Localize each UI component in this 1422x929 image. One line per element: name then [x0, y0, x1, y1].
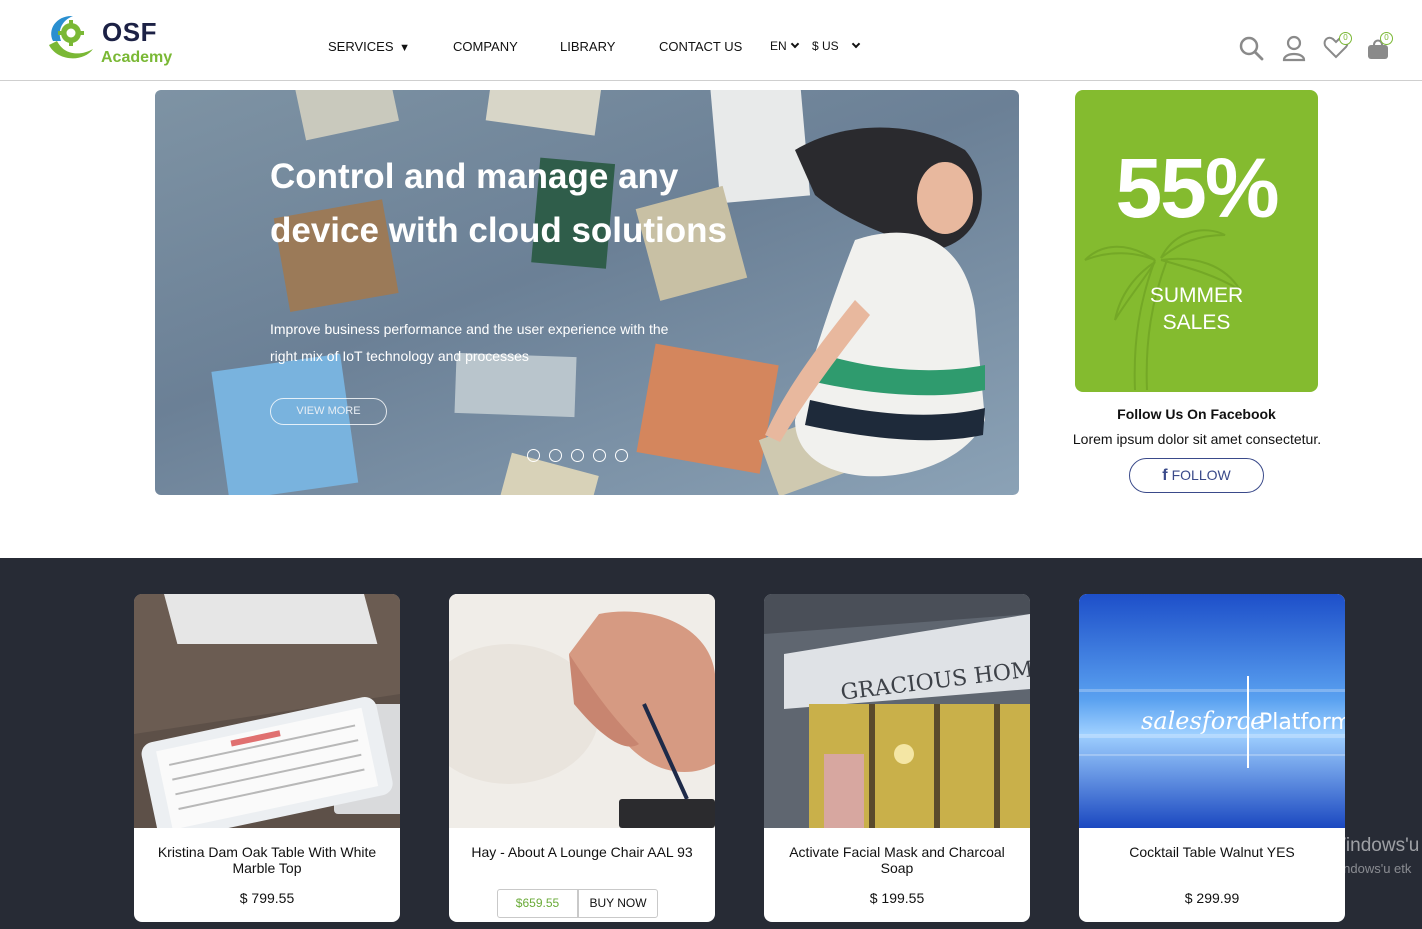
promo-percentage: 55%	[1115, 141, 1279, 235]
nav-services[interactable]: SERVICES ▼	[328, 39, 410, 54]
product-name: Kristina Dam Oak Table With White Marble…	[157, 844, 377, 876]
wishlist-button[interactable]: 0	[1323, 32, 1355, 64]
cart-button[interactable]: 0	[1366, 32, 1398, 64]
carousel-dot[interactable]	[615, 449, 628, 462]
hero-text: Improve business performance and the use…	[270, 321, 669, 364]
currency-value: $ US	[812, 39, 839, 53]
windows-activation-watermark-subtext: Windows'u etk	[1328, 861, 1412, 876]
carousel-dot[interactable]	[549, 449, 562, 462]
tablet-calendar-image	[134, 594, 400, 828]
cart-count-badge: 0	[1380, 32, 1393, 45]
product-price: $ 799.55	[239, 890, 295, 906]
product-price: $ 199.55	[869, 890, 925, 906]
product-name: Hay - About A Lounge Chair AAL 93	[471, 844, 693, 860]
logo-subtitle: Academy	[101, 49, 173, 66]
hero-carousel[interactable]: Control and manage any device with cloud…	[155, 90, 1019, 495]
carousel-indicators	[527, 449, 637, 463]
osf-academy-logo[interactable]: OSF Academy	[43, 9, 193, 71]
wishlist-count-badge: 0	[1339, 32, 1352, 45]
facebook-title: Follow Us On Facebook	[1117, 406, 1276, 422]
promo-line-2: SALES	[1162, 311, 1231, 334]
user-icon[interactable]	[1281, 34, 1307, 62]
caret-down-icon: ▼	[399, 42, 411, 54]
hand-stylus-image	[449, 594, 715, 828]
nav-library[interactable]: LIBRARY	[560, 39, 615, 54]
logo-title: OSF	[102, 17, 157, 47]
product-price: $ 299.99	[1184, 890, 1240, 906]
product-name: Activate Facial Mask and Charcoal Soap	[789, 844, 1005, 876]
nav-contact-us[interactable]: CONTACT US	[659, 39, 742, 54]
product-card[interactable]: salesforce Platform Cocktail Table Walnu…	[1079, 594, 1345, 922]
site-header: OSF Academy SERVICES ▼ COMPANY LIBRARY C…	[0, 0, 1422, 81]
salesforce-text: salesforce	[1141, 707, 1264, 735]
chevron-down-icon	[851, 39, 860, 49]
follow-label: FOLLOW	[1171, 467, 1231, 483]
facebook-text: Lorem ipsum dolor sit amet consectetur.	[1072, 431, 1322, 447]
carousel-dot[interactable]	[593, 449, 606, 462]
facebook-follow-button[interactable]: f FOLLOW	[1129, 458, 1264, 493]
nav-services-label: SERVICES	[328, 39, 394, 54]
carousel-dot[interactable]	[527, 449, 540, 462]
currency-select[interactable]: $ US	[812, 39, 860, 53]
product-card[interactable]: Hay - About A Lounge Chair AAL 93 $659.5…	[449, 594, 715, 922]
product-price: $659.55	[497, 889, 578, 918]
language-select[interactable]: EN	[770, 39, 799, 53]
language-value: EN	[770, 39, 787, 53]
hero-title: Control and manage any device with cloud…	[270, 157, 727, 250]
view-more-button[interactable]: VIEW MORE	[270, 398, 387, 425]
carousel-dot[interactable]	[571, 449, 584, 462]
nav-company[interactable]: COMPANY	[453, 39, 518, 54]
chevron-down-icon	[790, 39, 799, 49]
product-card[interactable]: GRACIOUS HOME Activate Facial Mask and C…	[764, 594, 1030, 922]
windows-activation-watermark: Windows'u	[1328, 835, 1420, 856]
product-name: Cocktail Table Walnut YES	[1129, 844, 1295, 860]
facebook-icon: f	[1162, 467, 1168, 484]
buy-now-button[interactable]: BUY NOW	[578, 889, 658, 918]
salesforce-platform-image: salesforce Platform	[1079, 594, 1345, 828]
promo-subtitle: SUMMER SALES	[1075, 282, 1318, 336]
promo-line-1: SUMMER	[1149, 284, 1244, 307]
platform-text: Platform	[1259, 710, 1345, 735]
product-card[interactable]: Kristina Dam Oak Table With White Marble…	[134, 594, 400, 922]
search-icon[interactable]	[1238, 34, 1264, 62]
storefront-image: GRACIOUS HOME	[764, 594, 1030, 828]
logo-gear-icon	[49, 15, 93, 59]
summer-sales-banner[interactable]: 55% SUMMER SALES	[1075, 90, 1318, 392]
